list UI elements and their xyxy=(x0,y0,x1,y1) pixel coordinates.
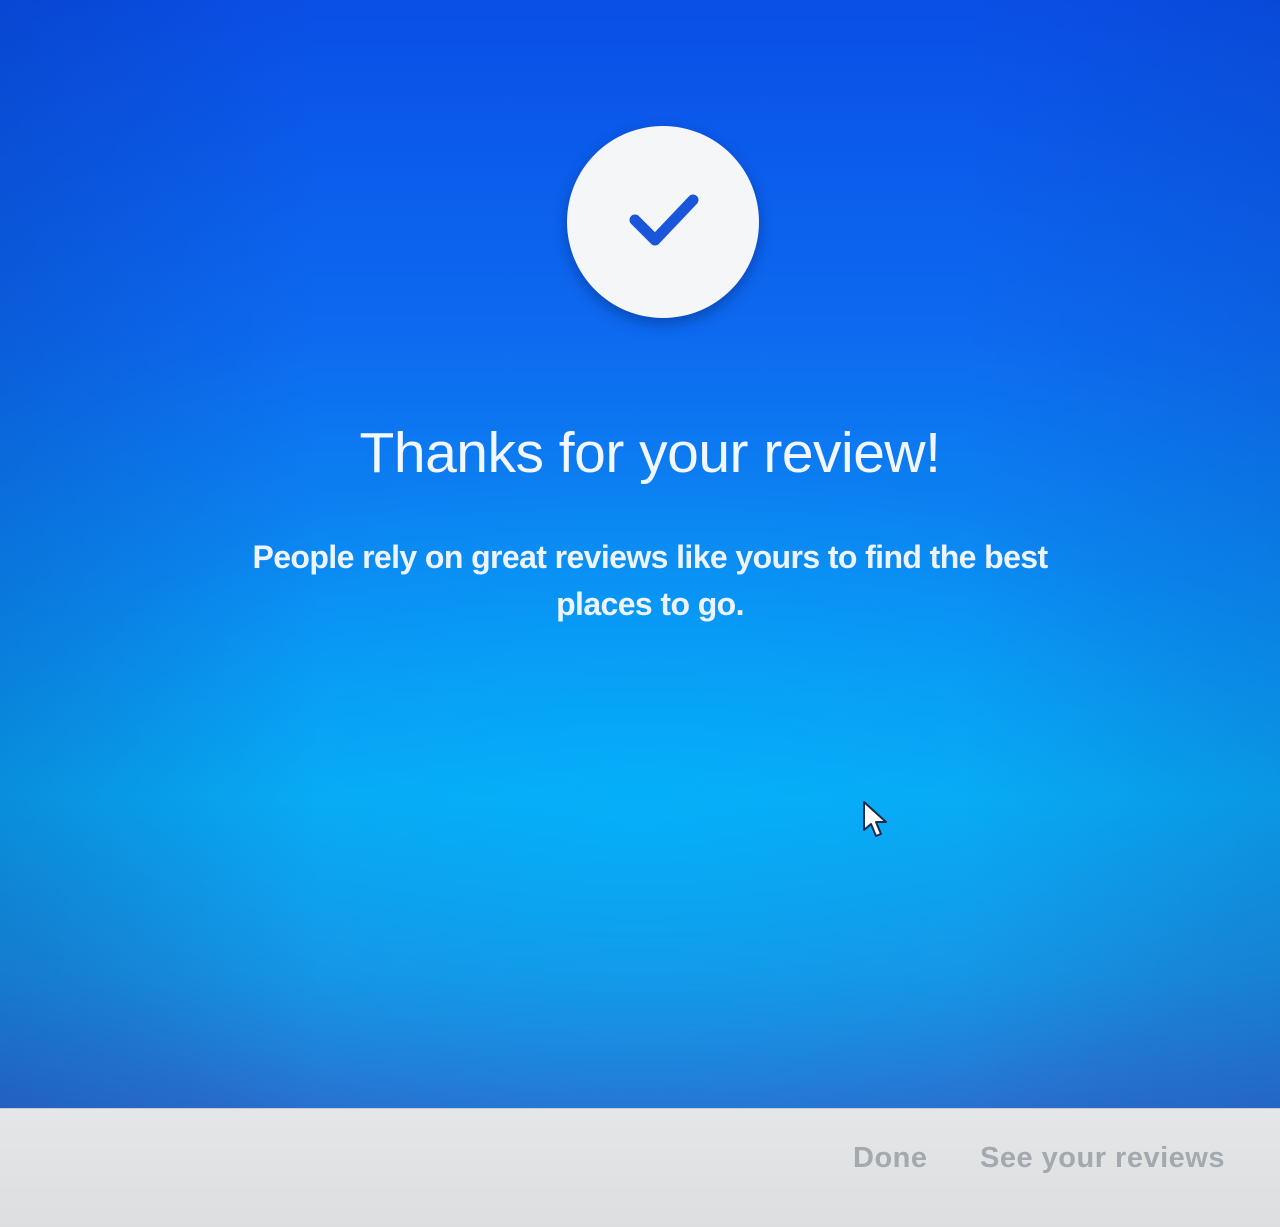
check-icon xyxy=(629,194,699,246)
dialog-title: Thanks for your review! xyxy=(359,421,941,485)
dialog-message: People rely on great reviews like yours … xyxy=(252,539,1048,622)
done-button[interactable]: Done xyxy=(853,1142,928,1175)
mouse-pointer-icon xyxy=(863,801,887,837)
success-badge xyxy=(567,126,759,318)
see-your-reviews-button[interactable]: See your reviews xyxy=(980,1142,1225,1175)
